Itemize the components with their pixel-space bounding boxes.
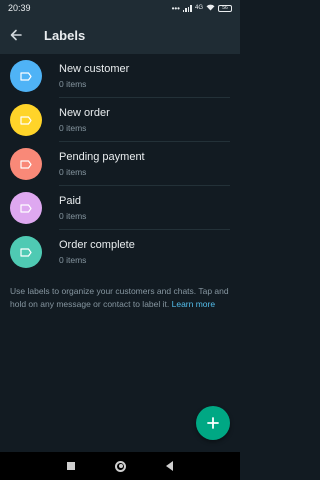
label-tag-icon [20,203,32,213]
label-tag-icon [20,247,32,257]
label-count: 0 items [59,78,87,89]
label-text: New order 0 items [59,98,230,142]
label-name: New customer [59,62,130,75]
label-text: Paid 0 items [59,186,230,230]
learn-more-link[interactable]: Learn more [172,299,215,309]
label-text: Pending payment 0 items [59,142,230,186]
label-name: Pending payment [59,150,145,163]
signal-icon [182,4,192,12]
label-name: Order complete [59,239,135,251]
status-icons: ••• 4G 56 [172,4,232,13]
label-list: New customer 0 items New order 0 items P… [0,54,240,274]
back-button[interactable] [0,16,32,54]
label-item-new-customer[interactable]: New customer 0 items [0,54,240,98]
help-text: Use labels to organize your customers an… [10,285,232,311]
add-label-button[interactable] [196,406,230,440]
label-name: Paid [59,194,82,207]
home-icon[interactable] [115,460,126,472]
label-tag-icon [20,159,32,169]
label-text: New customer 0 items [59,54,230,98]
label-avatar [10,148,42,180]
label-name: New order [59,106,110,119]
label-avatar [10,192,42,224]
status-time: 20:39 [8,3,31,13]
label-item-paid[interactable]: Paid 0 items [0,186,240,230]
label-item-order-complete[interactable]: Order complete 0 items [0,230,240,274]
label-item-pending-payment[interactable]: Pending payment 0 items [0,142,240,186]
recents-icon[interactable] [67,462,75,470]
label-count: 0 items [59,166,87,177]
label-item-new-order[interactable]: New order 0 items [0,98,240,142]
label-count: 0 items [59,122,87,133]
label-avatar [10,60,42,92]
label-tag-icon [20,71,32,81]
label-text: Order complete 0 items [59,230,230,274]
label-tag-icon [20,115,32,125]
app-bar: Labels [0,16,240,54]
battery-icon: 56 [218,4,232,12]
network-type: 4G [194,5,203,11]
arrow-left-icon [10,29,22,41]
system-nav-bar [0,452,240,480]
page-title: Labels [44,27,86,43]
notification-dots: ••• [171,3,180,13]
label-avatar [10,104,42,136]
label-avatar [10,236,42,268]
wifi-icon [206,4,215,13]
label-count: 0 items [59,210,87,221]
back-icon[interactable] [166,461,173,471]
plus-icon [207,417,219,429]
label-count: 0 items [59,255,87,265]
status-bar: 20:39 ••• 4G 56 [0,0,240,16]
